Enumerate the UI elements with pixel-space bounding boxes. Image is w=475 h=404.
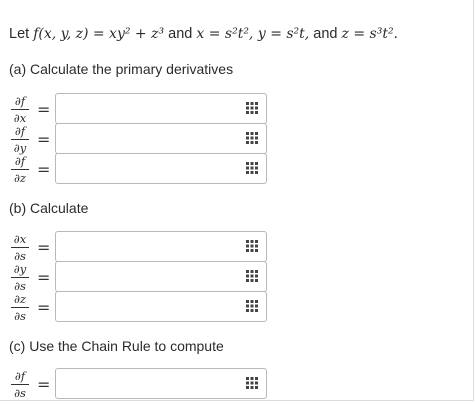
part-a-heading: (a) Calculate the primary derivatives — [9, 61, 234, 77]
answer-input-df-dz[interactable] — [55, 153, 267, 184]
equals-sign: = — [37, 268, 51, 287]
answer-row-df-ds: ∂f ∂s = — [0, 368, 475, 404]
fraction-numerator: ∂f — [14, 124, 26, 138]
variable-definitions: x = s²t², y = s²t, — [196, 26, 310, 42]
answer-input-df-dx[interactable] — [55, 93, 267, 124]
keypad-icon — [246, 300, 258, 312]
answer-input-dx-ds[interactable] — [55, 231, 267, 262]
answer-row-dz-ds: ∂z ∂s = — [0, 291, 475, 327]
fraction-bar — [11, 169, 29, 170]
part-b-heading: (b) Calculate — [9, 200, 89, 216]
fraction-bar — [11, 307, 29, 308]
keypad-icon — [246, 162, 258, 174]
fraction-bar — [11, 247, 29, 248]
fraction-bar — [11, 109, 29, 110]
fraction-denominator: ∂s — [14, 386, 26, 400]
equals-sign: = — [37, 238, 51, 257]
equals-sign: = — [37, 375, 51, 394]
z-definition: z = s³t². — [341, 26, 399, 42]
answer-input-df-ds[interactable] — [55, 368, 267, 399]
answer-input-dy-ds[interactable] — [55, 261, 267, 292]
derivative-fraction: ∂x ∂s — [9, 233, 31, 263]
part-c-heading: (c) Use the Chain Rule to compute — [9, 338, 224, 354]
keypad-button[interactable] — [238, 368, 266, 399]
fraction-bar — [11, 139, 29, 140]
fraction-numerator: ∂x — [13, 232, 27, 246]
keypad-icon — [246, 270, 258, 282]
answer-row-df-dz: ∂f ∂z = — [0, 153, 475, 189]
derivative-fraction: ∂f ∂z — [9, 155, 31, 185]
answer-input-df-dy[interactable] — [55, 123, 267, 154]
fraction-numerator: ∂f — [14, 154, 26, 168]
keypad-button[interactable] — [238, 291, 266, 322]
keypad-button[interactable] — [238, 123, 266, 154]
function-definition: f(x, y, z) = xy² + z³ — [33, 26, 165, 42]
keypad-icon — [246, 132, 258, 144]
problem-lead: Let — [9, 26, 30, 42]
fraction-numerator: ∂f — [14, 94, 26, 108]
answer-input-dz-ds[interactable] — [55, 291, 267, 322]
fraction-bar — [11, 384, 29, 385]
fraction-bar — [11, 277, 29, 278]
equals-sign: = — [37, 130, 51, 149]
keypad-button[interactable] — [238, 93, 266, 124]
equals-sign: = — [37, 160, 51, 179]
derivative-fraction: ∂f ∂x — [9, 95, 31, 125]
keypad-button[interactable] — [238, 261, 266, 292]
keypad-icon — [246, 102, 258, 114]
fraction-numerator: ∂z — [13, 292, 26, 306]
fraction-numerator: ∂y — [13, 262, 27, 276]
fraction-denominator: ∂s — [14, 309, 26, 323]
and-text-1: and — [168, 26, 193, 42]
fraction-denominator: ∂z — [13, 171, 26, 185]
derivative-fraction: ∂z ∂s — [9, 293, 31, 323]
derivative-fraction: ∂f ∂s — [9, 370, 31, 400]
equals-sign: = — [37, 298, 51, 317]
keypad-icon — [246, 377, 258, 389]
derivative-fraction: ∂f ∂y — [9, 125, 31, 155]
derivative-fraction: ∂y ∂s — [9, 263, 31, 293]
keypad-icon — [246, 240, 258, 252]
equals-sign: = — [37, 100, 51, 119]
fraction-numerator: ∂f — [14, 369, 26, 383]
and-text-2: and — [313, 26, 338, 42]
keypad-button[interactable] — [238, 231, 266, 262]
problem-statement: Let f(x, y, z) = xy² + z³ and x = s²t², … — [9, 26, 398, 42]
keypad-button[interactable] — [238, 153, 266, 184]
